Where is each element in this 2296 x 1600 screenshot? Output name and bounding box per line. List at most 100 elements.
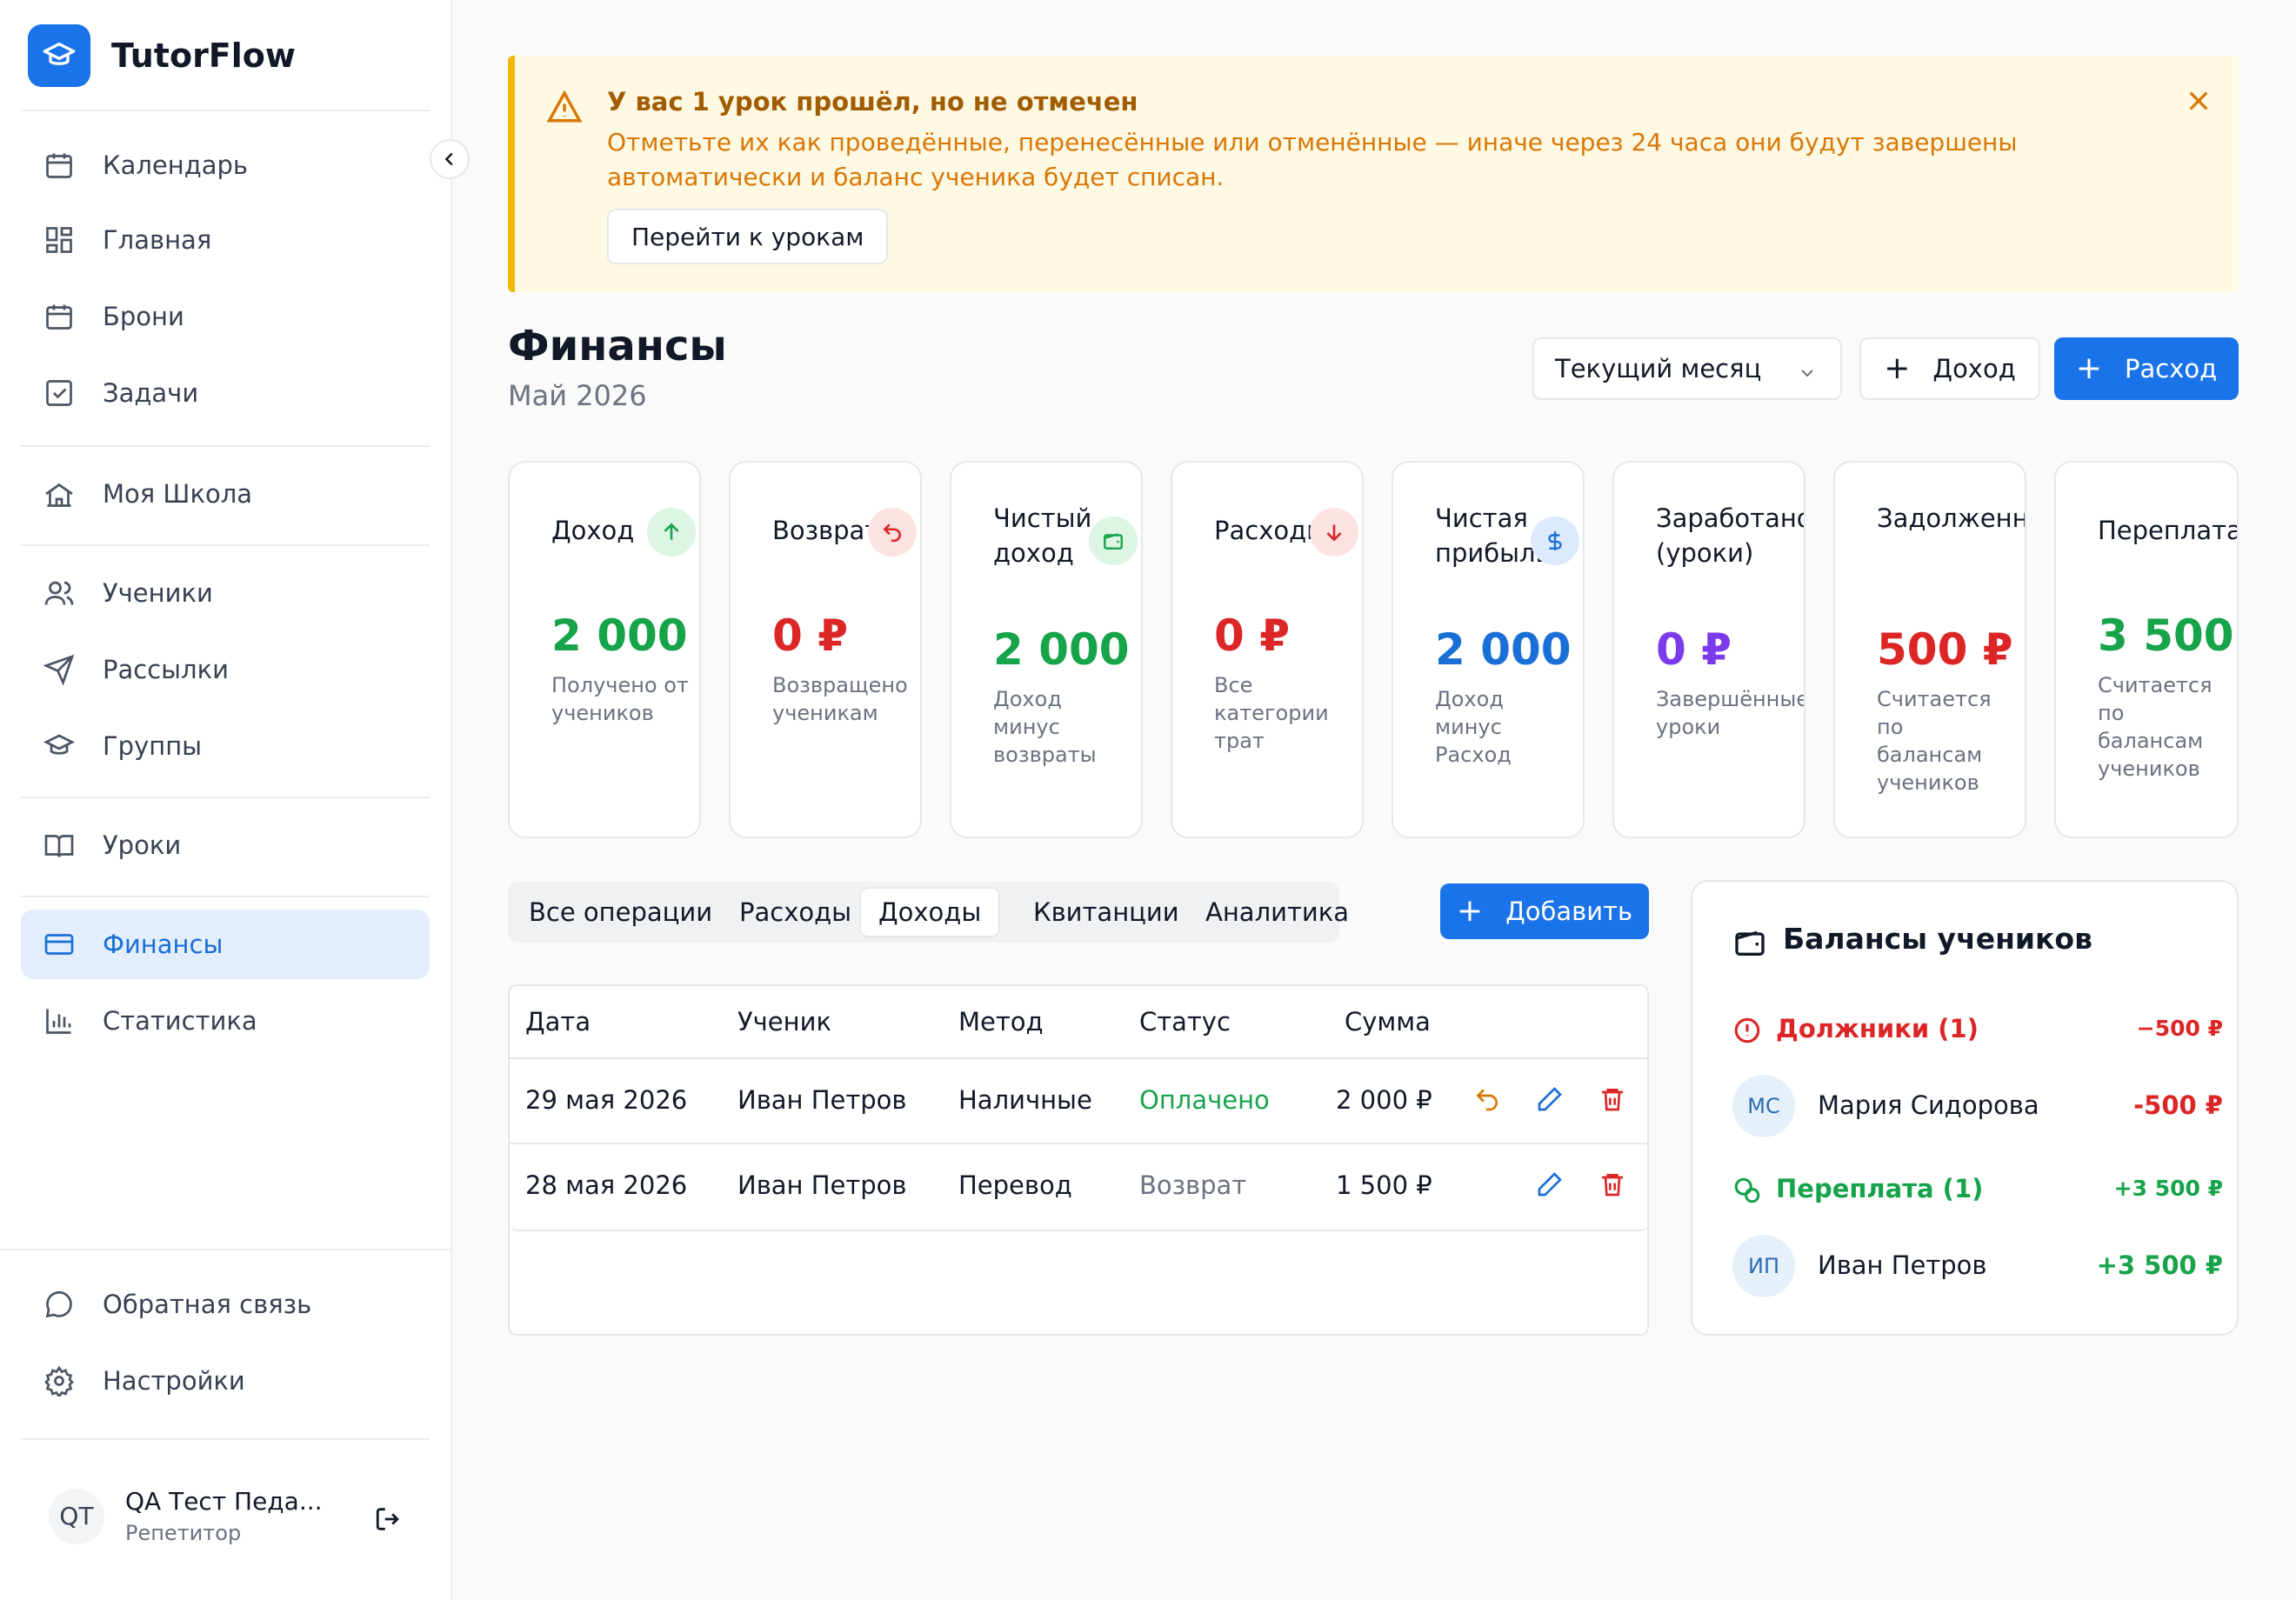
column-header-status[interactable]: Статус — [1139, 1007, 1231, 1037]
divider — [21, 1438, 430, 1440]
plus-icon: + — [1884, 350, 1911, 386]
logout-icon — [376, 1508, 399, 1530]
edit-button[interactable] — [1536, 1170, 1564, 1202]
calendar-icon — [42, 148, 77, 183]
tab-all-operations[interactable]: Все операции — [511, 887, 730, 937]
card-net-income: Чистый доход 2 000 ₽ Доход минус возврат… — [950, 461, 1143, 838]
table-body: Дата Ученик Метод Статус Сумма 29 мая 20… — [510, 986, 1649, 1231]
collapse-sidebar-button[interactable] — [430, 139, 470, 179]
student-name[interactable]: Иван Петров — [1818, 1250, 1987, 1280]
add-expense-button[interactable]: + Расход — [2054, 337, 2239, 400]
divider — [21, 797, 430, 798]
card-label: Заработано (уроки) — [1656, 503, 1805, 568]
column-header-amount[interactable]: Сумма — [1345, 1007, 1431, 1037]
debtors-total: −500 ₽ — [2136, 1016, 2223, 1041]
income-table: Дата Ученик Метод Статус Сумма 29 мая 20… — [508, 984, 1649, 1336]
sidebar-item-label: Уроки — [103, 830, 182, 860]
divider — [21, 896, 430, 897]
student-balances-panel: Балансы учеников Должники (1) −500 ₽ МС … — [1691, 880, 2239, 1336]
add-operation-button[interactable]: + Добавить — [1440, 883, 1649, 939]
add-operation-label: Добавить — [1505, 897, 1633, 926]
sidebar-item-bookings[interactable]: Брони — [21, 282, 430, 351]
sidebar-item-tasks[interactable]: Задачи — [21, 358, 430, 428]
sidebar-item-finance[interactable]: Финансы — [21, 910, 430, 979]
refund-button[interactable] — [1473, 1085, 1501, 1117]
tab-receipts[interactable]: Квитанции — [1016, 887, 1197, 937]
summary-cards: Доход 2 000 ₽ Получено от учеников Возвр… — [508, 461, 2239, 838]
arrow-up-icon — [647, 508, 696, 557]
add-expense-label: Расход — [2125, 354, 2218, 383]
message-icon — [42, 1287, 77, 1322]
student-name[interactable]: Мария Сидорова — [1818, 1090, 2039, 1120]
sidebar-item-label: Статистика — [103, 1006, 257, 1036]
divider — [21, 445, 430, 447]
overpaid-total: +3 500 ₽ — [2113, 1176, 2223, 1201]
period-select[interactable]: Текущий месяц — [1532, 337, 1842, 400]
card-description: Получено от учеников — [551, 673, 689, 725]
delete-button[interactable] — [1599, 1085, 1626, 1117]
student-balance: +3 500 ₽ — [2096, 1250, 2223, 1280]
card-debt: Задолженность ученикам 500 ₽ Считается п… — [1833, 461, 2026, 838]
column-header-date[interactable]: Дата — [525, 1007, 591, 1037]
logo[interactable]: TutorFlow — [28, 24, 296, 87]
card-description: Доход минус возвраты — [993, 687, 1097, 767]
graduation-cap-icon — [42, 729, 77, 763]
sidebar-item-lessons[interactable]: Уроки — [21, 810, 430, 880]
alert-text: Отметьте их как проведённые, перенесённы… — [607, 128, 2018, 191]
user-role: Репетитор — [125, 1521, 242, 1545]
edit-button[interactable] — [1536, 1085, 1564, 1117]
debtors-heading: Должники (1) — [1776, 1014, 1979, 1043]
cell-date: 28 мая 2026 — [525, 1170, 688, 1200]
sidebar-item-home[interactable]: Главная — [21, 205, 430, 275]
checkbox-icon — [42, 376, 77, 410]
card-value: 2 000 ₽ — [993, 624, 1141, 675]
card-expenses: Расходы 0 ₽ Все категории трат — [1171, 461, 1364, 838]
alert-circle-icon — [1732, 1016, 1762, 1049]
sidebar-item-calendar[interactable]: Календарь — [21, 130, 430, 200]
sidebar-item-label: Календарь — [103, 150, 249, 180]
add-income-button[interactable]: + Доход — [1859, 337, 2040, 400]
sidebar-item-label: Задачи — [103, 378, 199, 408]
pencil-icon — [1538, 1087, 1562, 1111]
go-to-lessons-button[interactable]: Перейти к урокам — [607, 209, 889, 264]
table-row[interactable]: 28 мая 2026 Иван Петров Перевод Возврат … — [510, 1143, 1649, 1228]
bar-chart-icon — [42, 1003, 77, 1038]
column-header-method[interactable]: Метод — [958, 1007, 1044, 1037]
card-value: 0 ₽ — [1656, 624, 1732, 675]
divider — [0, 1249, 451, 1250]
sidebar-item-label: Финансы — [103, 930, 224, 959]
column-header-student[interactable]: Ученик — [738, 1007, 831, 1037]
card-value: 3 500 ₽ — [2098, 610, 2237, 661]
sidebar-item-mailings[interactable]: Рассылки — [21, 635, 430, 704]
close-alert-button[interactable] — [2185, 87, 2213, 118]
user-profile[interactable]: QT QA Тест Педа... Репетитор — [49, 1487, 323, 1545]
delete-button[interactable] — [1599, 1170, 1626, 1202]
sidebar-item-feedback[interactable]: Обратная связь — [21, 1270, 430, 1339]
sidebar-item-label: Моя Школа — [103, 479, 253, 509]
main-content: У вас 1 урок прошёл, но не отмечен Отмет… — [508, 0, 2239, 1600]
sidebar-item-school[interactable]: Моя Школа — [21, 459, 430, 529]
sidebar-item-settings[interactable]: Настройки — [21, 1346, 430, 1416]
plus-icon: + — [2075, 350, 2102, 386]
sidebar-item-groups[interactable]: Группы — [21, 711, 430, 781]
table-row[interactable]: 29 мая 2026 Иван Петров Наличные Оплачен… — [510, 1057, 1649, 1143]
tab-income[interactable]: Доходы — [859, 887, 1001, 937]
tab-analytics[interactable]: Аналитика — [1188, 887, 1366, 937]
sidebar-item-label: Главная — [103, 225, 212, 255]
sidebar-item-label: Настройки — [103, 1366, 245, 1396]
chevron-down-icon — [1797, 360, 1818, 390]
sidebar-item-label: Брони — [103, 302, 184, 331]
dollar-icon — [1531, 517, 1579, 565]
trash-icon — [1602, 1174, 1623, 1197]
unmarked-lesson-alert: У вас 1 урок прошёл, но не отмечен Отмет… — [508, 56, 2239, 292]
sidebar-item-statistics[interactable]: Статистика — [21, 986, 430, 1056]
app-name: TutorFlow — [111, 37, 297, 75]
avatar: ИП — [1732, 1235, 1795, 1297]
warning-icon — [546, 89, 583, 129]
cell-student: Иван Петров — [738, 1170, 907, 1200]
sidebar-item-students[interactable]: Ученики — [21, 558, 430, 628]
logout-button[interactable] — [374, 1504, 404, 1537]
tab-expenses[interactable]: Расходы — [722, 887, 869, 937]
card-income: Доход 2 000 ₽ Получено от учеников — [508, 461, 701, 838]
send-icon — [42, 652, 77, 687]
